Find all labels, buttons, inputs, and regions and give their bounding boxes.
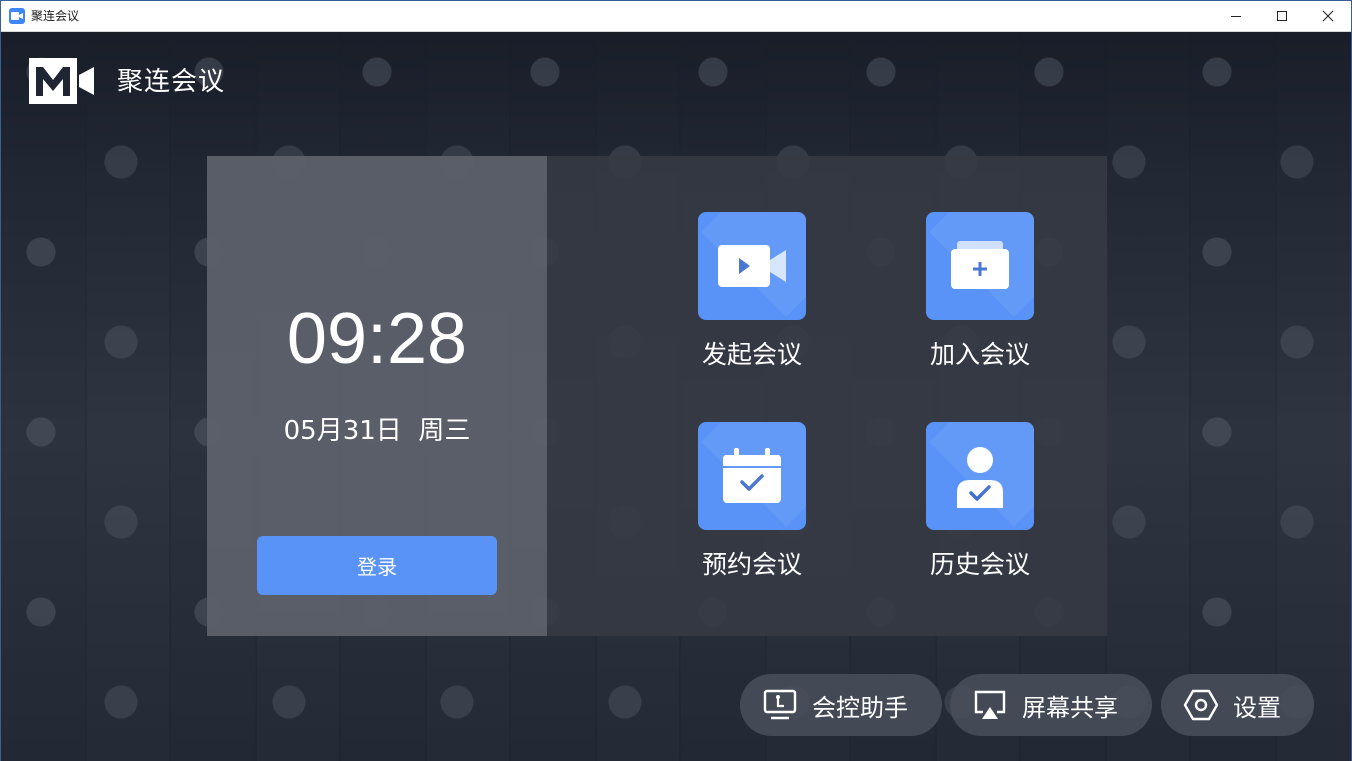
start-meeting-label: 发起会议 xyxy=(701,340,802,369)
brand-name: 聚连会议 xyxy=(117,67,226,97)
meeting-assistant-button[interactable]: 会控助手 xyxy=(740,674,942,736)
schedule-meeting-tile[interactable] xyxy=(698,422,806,530)
clock-date: 05月31日 周三 xyxy=(283,416,471,446)
monitor-touch-icon xyxy=(762,687,798,723)
meeting-assistant-label: 会控助手 xyxy=(812,693,908,722)
clock-time: 09:28 xyxy=(286,299,468,379)
schedule-meeting-label: 预约会议 xyxy=(701,550,802,579)
screen-cast-icon xyxy=(972,687,1008,723)
maximize-icon xyxy=(1277,11,1287,21)
start-meeting-button[interactable]: 发起会议 xyxy=(667,212,837,392)
screen-share-label: 屏幕共享 xyxy=(1022,693,1118,722)
join-meeting-tile[interactable] xyxy=(926,212,1034,320)
history-meeting-button[interactable]: 历史会议 xyxy=(895,422,1065,602)
history-meeting-tile[interactable] xyxy=(926,422,1034,530)
window-title: 聚连会议 xyxy=(31,9,80,23)
minimize-button[interactable] xyxy=(1213,1,1259,31)
settings-button[interactable]: 设置 xyxy=(1161,674,1314,736)
login-button[interactable]: 登录 xyxy=(257,536,497,595)
main-area: 聚连会议 09:28 05月31日 周三 登录 发起会议 加入会议 预约会议 历… xyxy=(1,32,1351,761)
screen-share-button[interactable]: 屏幕共享 xyxy=(950,674,1152,736)
maximize-button[interactable] xyxy=(1259,1,1305,31)
user-check-icon xyxy=(957,447,1003,508)
settings-hexagon-icon xyxy=(1183,687,1219,723)
app-icon xyxy=(9,8,25,24)
settings-label: 设置 xyxy=(1233,693,1281,722)
schedule-meeting-button[interactable]: 预约会议 xyxy=(667,422,837,602)
join-plus-icon xyxy=(951,241,1009,289)
join-meeting-button[interactable]: 加入会议 xyxy=(895,212,1065,392)
video-camera-icon xyxy=(718,245,786,287)
start-meeting-tile[interactable] xyxy=(698,212,806,320)
app-window: 聚连会议 聚连会议 09:28 05月31日 周三 登录 发起会议 加入会议 预… xyxy=(0,0,1352,761)
history-meeting-label: 历史会议 xyxy=(929,550,1030,579)
calendar-check-icon xyxy=(723,448,781,503)
m-camera-logo-icon xyxy=(29,58,95,108)
title-bar[interactable]: 聚连会议 xyxy=(1,1,1351,32)
actions-panel: 发起会议 加入会议 预约会议 历史会议 xyxy=(547,156,1107,636)
close-icon xyxy=(1322,10,1334,22)
close-button[interactable] xyxy=(1305,1,1351,31)
join-meeting-label: 加入会议 xyxy=(929,340,1030,369)
minimize-icon xyxy=(1231,16,1241,17)
clock-panel: 09:28 05月31日 周三 登录 xyxy=(207,156,547,636)
